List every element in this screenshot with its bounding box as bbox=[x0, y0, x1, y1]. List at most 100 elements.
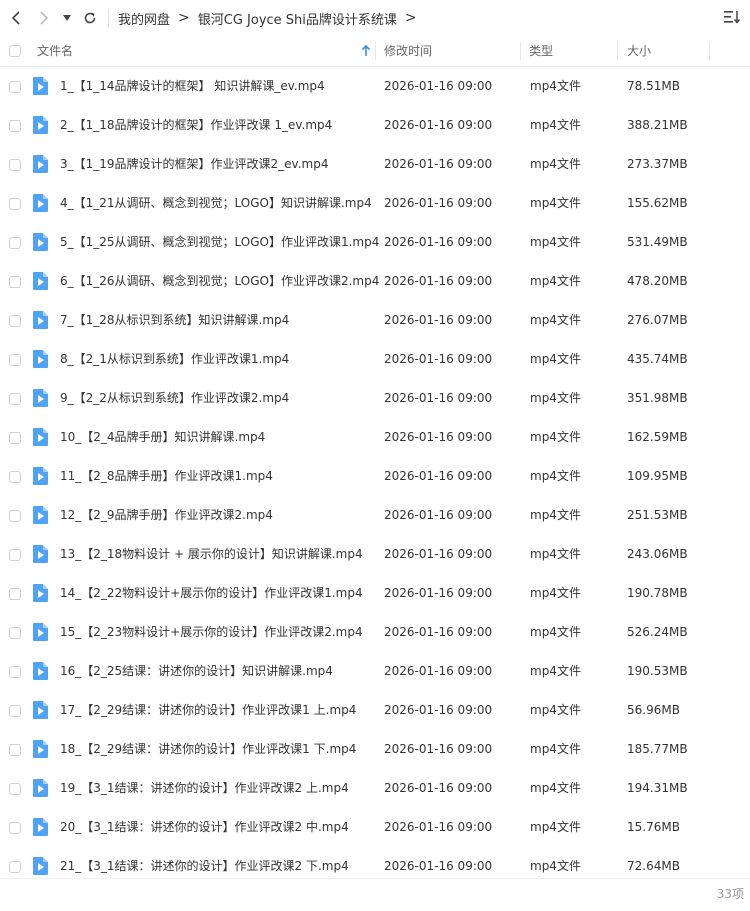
video-file-icon bbox=[33, 311, 48, 329]
file-name[interactable]: 3_【1_19品牌设计的框架】作业评改课2_ev.mp4 bbox=[60, 145, 328, 184]
refresh-icon bbox=[84, 12, 96, 24]
file-name[interactable]: 7_【1_28从标识到系统】知识讲解课.mp4 bbox=[60, 301, 289, 340]
row-checkbox[interactable] bbox=[9, 198, 21, 210]
file-name[interactable]: 15_【2_23物料设计+展示你的设计】作业评改课2.mp4 bbox=[60, 613, 363, 652]
row-checkbox[interactable] bbox=[9, 783, 21, 795]
refresh-button[interactable] bbox=[80, 8, 100, 28]
file-type: mp4文件 bbox=[530, 157, 581, 171]
file-row[interactable]: 16_【2_25结课：讲述你的设计】知识讲解课.mp4 2026-01-16 09… bbox=[0, 652, 750, 691]
file-row[interactable]: 8_【2_1从标识到系统】作业评改课1.mp4 2026-01-16 09:00 m… bbox=[0, 340, 750, 379]
file-row[interactable]: 19_【3_1结课：讲述你的设计】作业评改课2 上.mp4 2026-01-16 … bbox=[0, 769, 750, 808]
video-file-icon bbox=[33, 818, 48, 836]
file-modified: 2026-01-16 09:00 bbox=[384, 274, 493, 288]
file-name[interactable]: 14_【2_22物料设计+展示你的设计】作业评改课1.mp4 bbox=[60, 574, 363, 613]
file-name[interactable]: 9_【2_2从标识到系统】作业评改课2.mp4 bbox=[60, 379, 289, 418]
file-modified: 2026-01-16 09:00 bbox=[384, 742, 493, 756]
item-count: 33项 bbox=[716, 887, 744, 901]
column-header-name[interactable]: 文件名 bbox=[37, 36, 73, 66]
row-checkbox[interactable] bbox=[9, 354, 21, 366]
forward-button[interactable] bbox=[34, 8, 54, 28]
file-row[interactable]: 10_【2_4品牌手册】知识讲解课.mp4 2026-01-16 09:00 mp4… bbox=[0, 418, 750, 457]
file-name[interactable]: 13_【2_18物料设计 + 展示你的设计】知识讲解课.mp4 bbox=[60, 535, 363, 574]
column-header-type[interactable]: 类型 bbox=[529, 36, 553, 66]
row-checkbox[interactable] bbox=[9, 432, 21, 444]
file-row[interactable]: 15_【2_23物料设计+展示你的设计】作业评改课2.mp4 2026-01-16… bbox=[0, 613, 750, 652]
file-row[interactable]: 13_【2_18物料设计 + 展示你的设计】知识讲解课.mp4 2026-01-1… bbox=[0, 535, 750, 574]
row-checkbox[interactable] bbox=[9, 393, 21, 405]
history-dropdown-button[interactable] bbox=[60, 8, 74, 28]
file-row[interactable]: 5_【1_25从调研、概念到视觉；LOGO】作业评改课1.mp4 2026-01-… bbox=[0, 223, 750, 262]
file-row[interactable]: 20_【3_1结课：讲述你的设计】作业评改课2 中.mp4 2026-01-16 … bbox=[0, 808, 750, 847]
file-row[interactable]: 14_【2_22物料设计+展示你的设计】作业评改课1.mp4 2026-01-16… bbox=[0, 574, 750, 613]
file-name[interactable]: 1_【1_14品牌设计的框架】 知识讲解课_ev.mp4 bbox=[60, 67, 325, 106]
select-all-checkbox[interactable] bbox=[9, 45, 21, 57]
row-checkbox[interactable] bbox=[9, 705, 21, 717]
file-name[interactable]: 18_【2_29结课：讲述你的设计】作业评改课1 下.mp4 bbox=[60, 730, 356, 769]
column-divider[interactable] bbox=[617, 42, 618, 60]
row-checkbox[interactable] bbox=[9, 744, 21, 756]
video-file-icon bbox=[33, 116, 48, 134]
file-name[interactable]: 11_【2_8品牌手册】作业评改课1.mp4 bbox=[60, 457, 273, 496]
file-modified: 2026-01-16 09:00 bbox=[384, 352, 493, 366]
file-name[interactable]: 20_【3_1结课：讲述你的设计】作业评改课2 中.mp4 bbox=[60, 808, 349, 847]
column-divider[interactable] bbox=[709, 42, 710, 60]
file-size: 15.76MB bbox=[627, 820, 680, 834]
file-name[interactable]: 17_【2_29结课：讲述你的设计】作业评改课1 上.mp4 bbox=[60, 691, 356, 730]
file-name[interactable]: 8_【2_1从标识到系统】作业评改课1.mp4 bbox=[60, 340, 289, 379]
file-row[interactable]: 2_【1_18品牌设计的框架】作业评改课 1_ev.mp4 2026-01-16 … bbox=[0, 106, 750, 145]
file-row[interactable]: 4_【1_21从调研、概念到视觉；LOGO】知识讲解课.mp4 2026-01-1… bbox=[0, 184, 750, 223]
row-checkbox[interactable] bbox=[9, 549, 21, 561]
column-header-size[interactable]: 大小 bbox=[627, 36, 651, 66]
video-file-icon bbox=[33, 623, 48, 641]
row-checkbox[interactable] bbox=[9, 237, 21, 249]
file-modified: 2026-01-16 09:00 bbox=[384, 820, 493, 834]
file-row[interactable]: 6_【1_26从调研、概念到视觉；LOGO】作业评改课2.mp4 2026-01-… bbox=[0, 262, 750, 301]
video-file-icon bbox=[33, 857, 48, 875]
file-modified: 2026-01-16 09:00 bbox=[384, 430, 493, 444]
file-name[interactable]: 10_【2_4品牌手册】知识讲解课.mp4 bbox=[60, 418, 265, 457]
row-checkbox[interactable] bbox=[9, 276, 21, 288]
row-checkbox[interactable] bbox=[9, 81, 21, 93]
sort-list-icon bbox=[724, 11, 741, 24]
file-row[interactable]: 17_【2_29结课：讲述你的设计】作业评改课1 上.mp4 2026-01-16… bbox=[0, 691, 750, 730]
row-checkbox[interactable] bbox=[9, 822, 21, 834]
file-row[interactable]: 7_【1_28从标识到系统】知识讲解课.mp4 2026-01-16 09:00 m… bbox=[0, 301, 750, 340]
file-name[interactable]: 4_【1_21从调研、概念到视觉；LOGO】知识讲解课.mp4 bbox=[60, 184, 372, 223]
column-divider[interactable] bbox=[520, 42, 521, 60]
arrow-up-icon[interactable] bbox=[361, 45, 371, 57]
row-checkbox[interactable] bbox=[9, 861, 21, 873]
column-header-modified[interactable]: 修改时间 bbox=[384, 36, 432, 66]
file-modified: 2026-01-16 09:00 bbox=[384, 703, 493, 717]
column-divider[interactable] bbox=[375, 42, 376, 60]
file-row[interactable]: 18_【2_29结课：讲述你的设计】作业评改课1 下.mp4 2026-01-16… bbox=[0, 730, 750, 769]
file-row[interactable]: 12_【2_9品牌手册】作业评改课2.mp4 2026-01-16 09:00 mp… bbox=[0, 496, 750, 535]
sort-options-button[interactable] bbox=[724, 10, 741, 28]
file-name[interactable]: 16_【2_25结课：讲述你的设计】知识讲解课.mp4 bbox=[60, 652, 333, 691]
row-checkbox[interactable] bbox=[9, 471, 21, 483]
back-button[interactable] bbox=[6, 8, 26, 28]
row-checkbox[interactable] bbox=[9, 627, 21, 639]
row-checkbox[interactable] bbox=[9, 120, 21, 132]
file-name[interactable]: 19_【3_1结课：讲述你的设计】作业评改课2 上.mp4 bbox=[60, 769, 349, 808]
file-name[interactable]: 6_【1_26从调研、概念到视觉；LOGO】作业评改课2.mp4 bbox=[60, 262, 379, 301]
row-checkbox[interactable] bbox=[9, 159, 21, 171]
file-name[interactable]: 2_【1_18品牌设计的框架】作业评改课 1_ev.mp4 bbox=[60, 106, 332, 145]
file-row[interactable]: 9_【2_2从标识到系统】作业评改课2.mp4 2026-01-16 09:00 m… bbox=[0, 379, 750, 418]
breadcrumb-current[interactable]: 银河CG Joyce Shi品牌设计系统课 bbox=[198, 9, 397, 28]
row-checkbox[interactable] bbox=[9, 666, 21, 678]
file-modified: 2026-01-16 09:00 bbox=[384, 235, 493, 249]
file-size: 243.06MB bbox=[627, 547, 688, 561]
row-checkbox[interactable] bbox=[9, 588, 21, 600]
file-name[interactable]: 5_【1_25从调研、概念到视觉；LOGO】作业评改课1.mp4 bbox=[60, 223, 379, 262]
video-file-icon bbox=[33, 662, 48, 680]
file-name[interactable]: 12_【2_9品牌手册】作业评改课2.mp4 bbox=[60, 496, 273, 535]
row-checkbox[interactable] bbox=[9, 315, 21, 327]
row-checkbox[interactable] bbox=[9, 510, 21, 522]
file-size: 526.24MB bbox=[627, 625, 688, 639]
breadcrumb-root[interactable]: 我的网盘 bbox=[118, 9, 170, 28]
file-modified: 2026-01-16 09:00 bbox=[384, 586, 493, 600]
file-row[interactable]: 11_【2_8品牌手册】作业评改课1.mp4 2026-01-16 09:00 mp… bbox=[0, 457, 750, 496]
file-type: mp4文件 bbox=[530, 469, 581, 483]
file-row[interactable]: 1_【1_14品牌设计的框架】 知识讲解课_ev.mp4 2026-01-16 0… bbox=[0, 67, 750, 106]
file-row[interactable]: 3_【1_19品牌设计的框架】作业评改课2_ev.mp4 2026-01-16 0… bbox=[0, 145, 750, 184]
